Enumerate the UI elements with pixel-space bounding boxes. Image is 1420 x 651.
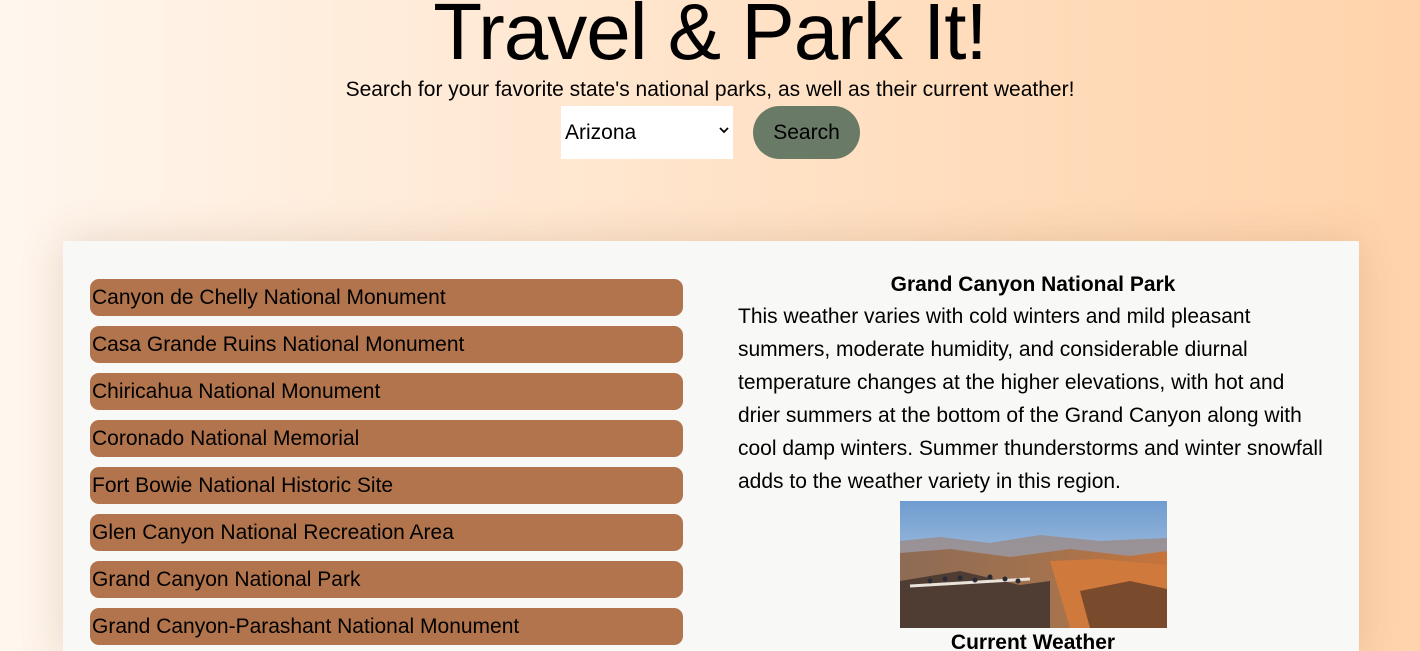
search-button[interactable]: Search bbox=[753, 106, 860, 159]
park-weather-description: This weather varies with cold winters an… bbox=[738, 305, 1323, 493]
park-list-item[interactable]: Casa Grande Ruins National Monument bbox=[90, 326, 683, 363]
search-form: Arizona Search bbox=[561, 106, 860, 159]
chevron-down-icon bbox=[719, 127, 729, 134]
park-photo bbox=[899, 501, 1167, 628]
state-select[interactable]: Arizona bbox=[561, 106, 733, 159]
page-subtitle: Search for your favorite state's nationa… bbox=[345, 78, 1075, 101]
park-list-item[interactable]: Coronado National Memorial bbox=[90, 420, 683, 457]
park-list-item[interactable]: Fort Bowie National Historic Site bbox=[90, 467, 683, 504]
park-list-item[interactable]: Chiricahua National Monument bbox=[90, 373, 683, 410]
page-title: Travel & Park It! bbox=[433, 0, 988, 76]
park-list-item[interactable]: Grand Canyon National Park bbox=[90, 561, 683, 598]
park-detail: Grand Canyon National Park This weather … bbox=[738, 271, 1328, 651]
current-weather-heading: Current Weather bbox=[950, 631, 1116, 651]
park-list: Canyon de Chelly National Monument Casa … bbox=[90, 279, 683, 651]
results-card: Canyon de Chelly National Monument Casa … bbox=[63, 241, 1359, 651]
park-list-item[interactable]: Canyon de Chelly National Monument bbox=[90, 279, 683, 316]
state-select-value: Arizona bbox=[565, 120, 637, 144]
park-detail-title: Grand Canyon National Park bbox=[890, 273, 1176, 296]
park-list-item[interactable]: Glen Canyon National Recreation Area bbox=[90, 514, 683, 551]
park-list-item[interactable]: Grand Canyon-Parashant National Monument bbox=[90, 608, 683, 645]
